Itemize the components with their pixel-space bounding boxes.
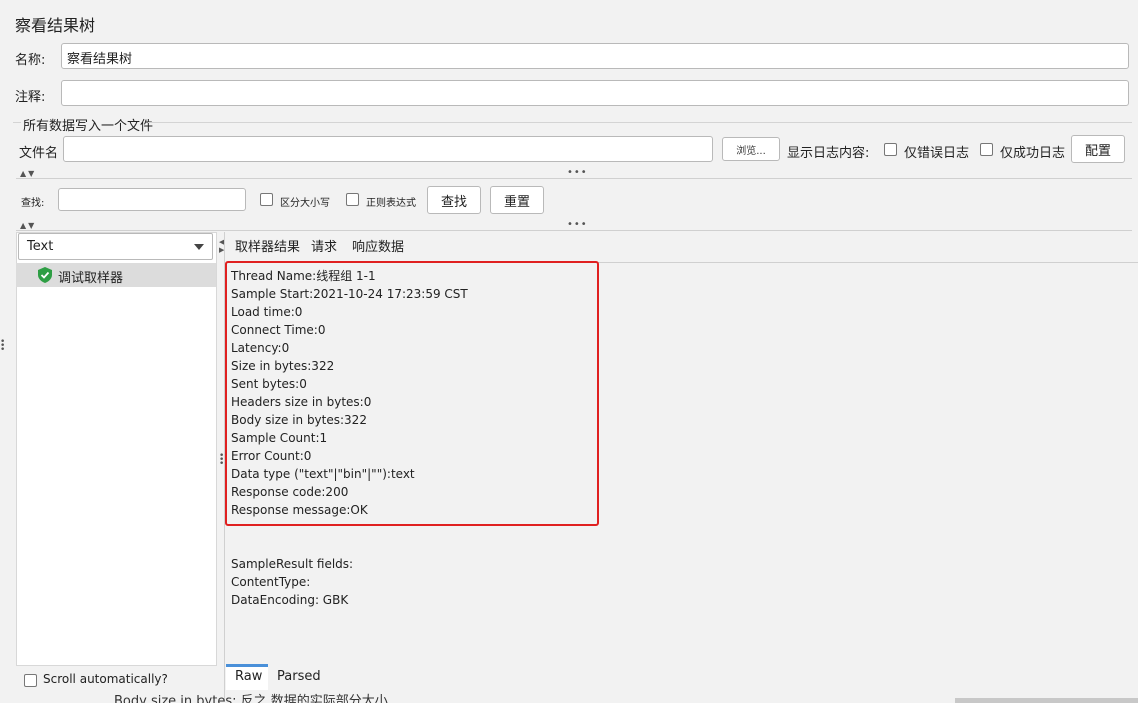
comment-label: 注释: <box>15 90 46 105</box>
tree-item-label: 调试取样器 <box>58 271 124 286</box>
collapse-arrows-icon[interactable]: ▲▼ <box>20 221 36 230</box>
config-button[interactable]: 配置 <box>1071 135 1125 163</box>
fieldset-border <box>13 122 21 123</box>
splitter <box>16 178 1132 179</box>
success-shield-icon <box>38 267 52 283</box>
splitter <box>16 230 1132 231</box>
result-tree-panel <box>16 232 217 666</box>
collapse-arrows-icon[interactable]: ▲▼ <box>20 169 36 178</box>
fieldset-border <box>148 122 1132 123</box>
tab-response-data[interactable]: 响应数据 <box>352 236 404 261</box>
tab-sampler-result[interactable]: 取样器结果 <box>235 236 301 263</box>
page-title: 察看结果树 <box>15 16 96 35</box>
name-input[interactable]: 察看结果树 <box>61 43 1129 69</box>
status-strip <box>955 698 1138 703</box>
highlight-box <box>225 261 599 526</box>
filename-input[interactable] <box>63 136 713 162</box>
scroll-automatically-checkbox[interactable] <box>24 674 37 687</box>
comment-input[interactable] <box>61 80 1129 106</box>
chevron-down-icon <box>194 244 204 250</box>
scroll-automatically-label: Scroll automatically? <box>43 672 168 686</box>
tab-request[interactable]: 请求 <box>311 236 337 261</box>
success-only-checkbox[interactable] <box>980 143 993 156</box>
regex-checkbox[interactable] <box>346 193 359 206</box>
result-field-line: DataEncoding: GBK <box>231 593 349 607</box>
renderer-select-value: Text <box>27 239 54 254</box>
find-button[interactable]: 查找 <box>427 186 481 214</box>
splitter-grip-icon[interactable]: ••• <box>567 167 588 178</box>
errors-only-label: 仅错误日志 <box>904 146 970 161</box>
name-label: 名称: <box>15 53 46 68</box>
errors-only-checkbox[interactable] <box>884 143 897 156</box>
tab-raw[interactable]: Raw <box>235 669 262 684</box>
overflow-text: Body size in bytes: 反之 数据的实际部分大小 <box>114 694 388 703</box>
renderer-select[interactable]: Text <box>18 233 213 260</box>
case-sensitive-label: 区分大小写 <box>280 198 330 209</box>
splitter-grip-icon[interactable]: ••• <box>567 219 588 230</box>
regex-label: 正则表达式 <box>366 198 416 209</box>
reset-button[interactable]: 重置 <box>490 186 544 214</box>
search-input[interactable] <box>58 188 246 211</box>
result-field-line: ContentType: <box>231 575 311 589</box>
search-label: 查找: <box>21 198 45 209</box>
tab-parsed[interactable]: Parsed <box>277 669 321 684</box>
left-edge-grip-icon[interactable]: • • • <box>0 338 5 355</box>
case-sensitive-checkbox[interactable] <box>260 193 273 206</box>
log-content-label: 显示日志内容: <box>787 146 870 161</box>
browse-button[interactable]: 浏览... <box>722 137 780 161</box>
success-only-label: 仅成功日志 <box>1000 146 1066 161</box>
file-section-legend: 所有数据写入一个文件 <box>23 119 154 134</box>
result-field-line: SampleResult fields: <box>231 557 354 571</box>
filename-label: 文件名 <box>19 146 59 161</box>
